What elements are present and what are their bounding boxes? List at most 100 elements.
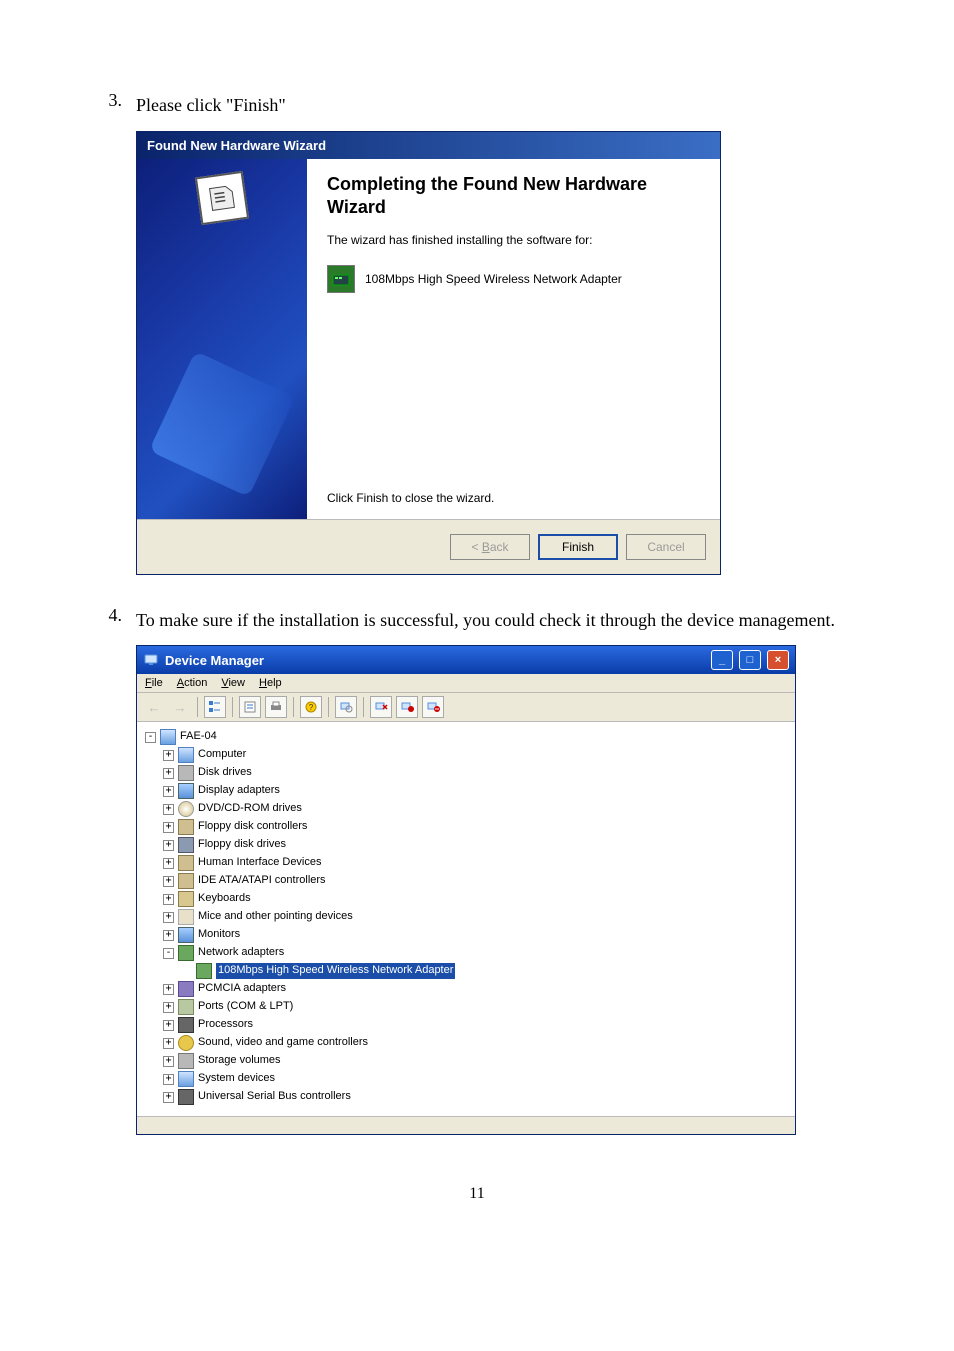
tree-node[interactable]: +IDE ATA/ATAPI controllers	[163, 872, 791, 890]
expand-icon[interactable]: +	[163, 822, 174, 833]
category-icon	[178, 747, 194, 763]
expand-icon[interactable]: +	[163, 984, 174, 995]
category-icon	[178, 801, 194, 817]
expand-icon[interactable]: -	[163, 948, 174, 959]
tree-node[interactable]: +Mice and other pointing devices	[163, 908, 791, 926]
expand-icon[interactable]: +	[163, 768, 174, 779]
expand-icon[interactable]: +	[163, 894, 174, 905]
expand-icon[interactable]: +	[163, 786, 174, 797]
category-icon	[178, 981, 194, 997]
category-icon	[178, 927, 194, 943]
tree-node[interactable]: +Sound, video and game controllers	[163, 1034, 791, 1052]
category-icon	[178, 1053, 194, 1069]
expand-icon[interactable]: +	[163, 858, 174, 869]
view-tree-icon[interactable]	[204, 696, 226, 718]
step-4: 4. To make sure if the installation is s…	[100, 605, 854, 1136]
disable-icon[interactable]	[422, 696, 444, 718]
svg-text:?: ?	[309, 703, 314, 712]
wizard-device-name: 108Mbps High Speed Wireless Network Adap…	[365, 272, 622, 286]
dm-title-text: Device Manager	[165, 653, 264, 668]
wizard-main: Completing the Found New Hardware Wizard…	[307, 159, 720, 519]
tree-node[interactable]: +Computer	[163, 746, 791, 764]
device-icon	[196, 963, 212, 979]
tree-node[interactable]: +Disk drives	[163, 764, 791, 782]
back-button[interactable]: < Back	[450, 534, 530, 560]
tree-node[interactable]: +System devices	[163, 1070, 791, 1088]
dm-app-icon	[143, 652, 159, 668]
tree-node[interactable]: -Network adapters	[163, 944, 791, 962]
step-number: 4.	[100, 605, 122, 636]
nav-back-icon[interactable]: ←	[143, 696, 165, 718]
tree-node[interactable]: +Ports (COM & LPT)	[163, 998, 791, 1016]
expand-icon[interactable]: +	[163, 1092, 174, 1103]
tree-node[interactable]: +Human Interface Devices	[163, 854, 791, 872]
expand-icon[interactable]: +	[163, 1002, 174, 1013]
dm-tree: -FAE-04+Computer+Disk drives+Display ada…	[137, 722, 795, 1116]
tree-leaf[interactable]: 108Mbps High Speed Wireless Network Adap…	[181, 962, 791, 980]
category-icon	[178, 1071, 194, 1087]
expand-icon[interactable]: +	[163, 1056, 174, 1067]
tree-node[interactable]: +Floppy disk drives	[163, 836, 791, 854]
update-icon[interactable]	[396, 696, 418, 718]
properties-icon[interactable]	[239, 696, 261, 718]
category-icon	[178, 1035, 194, 1051]
cancel-button[interactable]: Cancel	[626, 534, 706, 560]
tree-node[interactable]: +PCMCIA adapters	[163, 980, 791, 998]
category-icon	[178, 999, 194, 1015]
tree-node[interactable]: +Storage volumes	[163, 1052, 791, 1070]
expand-icon[interactable]: +	[163, 1074, 174, 1085]
step-text: To make sure if the installation is succ…	[136, 605, 854, 636]
device-manager-window: Device Manager _ □ × File Action View He…	[136, 645, 796, 1135]
print-icon[interactable]	[265, 696, 287, 718]
wizard-sidebar	[137, 159, 307, 519]
expand-icon[interactable]: +	[163, 930, 174, 941]
expand-icon[interactable]: +	[163, 750, 174, 761]
wizard-buttons: < Back Finish Cancel	[137, 519, 720, 574]
dm-titlebar: Device Manager _ □ ×	[137, 646, 795, 674]
help-icon[interactable]: ?	[300, 696, 322, 718]
category-icon	[178, 891, 194, 907]
wizard-subtext: The wizard has finished installing the s…	[327, 233, 700, 247]
expand-icon[interactable]: +	[163, 912, 174, 923]
category-icon	[178, 855, 194, 871]
menu-action[interactable]: Action	[177, 677, 208, 689]
close-button[interactable]: ×	[767, 650, 789, 670]
minimize-button[interactable]: _	[711, 650, 733, 670]
tree-node[interactable]: +Monitors	[163, 926, 791, 944]
category-icon	[178, 819, 194, 835]
category-icon	[178, 765, 194, 781]
dm-toolbar: ← → ?	[137, 693, 795, 722]
wizard-heading: Completing the Found New Hardware Wizard	[327, 173, 700, 220]
expand-icon[interactable]: +	[163, 1020, 174, 1031]
finish-button[interactable]: Finish	[538, 534, 618, 560]
category-icon	[178, 873, 194, 889]
scan-icon[interactable]	[335, 696, 357, 718]
menu-help[interactable]: Help	[259, 677, 282, 689]
step-number: 3.	[100, 90, 122, 121]
device-icon	[195, 170, 249, 224]
expand-icon[interactable]: +	[163, 804, 174, 815]
step-text: Please click "Finish"	[136, 90, 854, 121]
tree-node[interactable]: +Display adapters	[163, 782, 791, 800]
tree-node[interactable]: +Keyboards	[163, 890, 791, 908]
expand-icon[interactable]: +	[163, 876, 174, 887]
category-icon	[178, 837, 194, 853]
tree-node[interactable]: +DVD/CD-ROM drives	[163, 800, 791, 818]
uninstall-icon[interactable]	[370, 696, 392, 718]
expand-icon[interactable]: +	[163, 1038, 174, 1049]
category-icon	[178, 783, 194, 799]
menu-view[interactable]: View	[221, 677, 245, 689]
step-3: 3. Please click "Finish" Found New Hardw…	[100, 90, 854, 575]
tree-node[interactable]: +Floppy disk controllers	[163, 818, 791, 836]
tree-node[interactable]: +Universal Serial Bus controllers	[163, 1088, 791, 1106]
nav-forward-icon[interactable]: →	[169, 696, 191, 718]
wizard-body: Completing the Found New Hardware Wizard…	[137, 159, 720, 519]
menu-file[interactable]: File	[145, 677, 163, 689]
tree-root-node[interactable]: -FAE-04	[145, 728, 791, 746]
category-icon	[178, 1089, 194, 1105]
expand-icon[interactable]: +	[163, 840, 174, 851]
maximize-button[interactable]: □	[739, 650, 761, 670]
page-number: 11	[100, 1185, 854, 1203]
tree-node[interactable]: +Processors	[163, 1016, 791, 1034]
wizard-titlebar: Found New Hardware Wizard	[137, 132, 720, 159]
